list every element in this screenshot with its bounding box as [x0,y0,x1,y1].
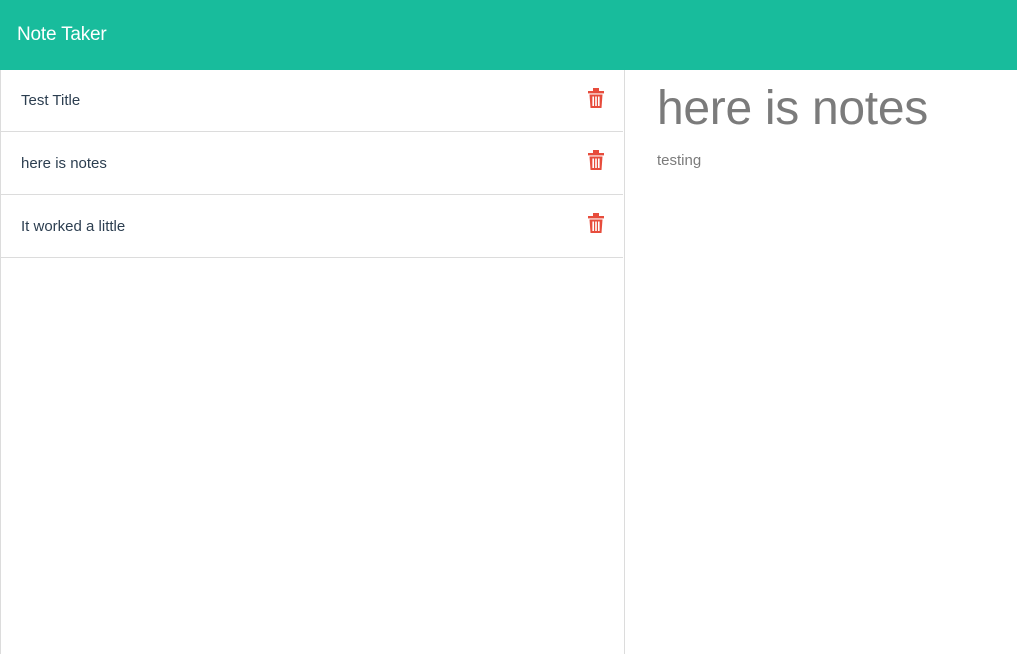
note-title-field[interactable]: here is notes [657,82,1017,136]
app-title[interactable]: Note Taker [17,24,107,46]
note-list: Test Title here is notes It worked a lit… [1,70,624,258]
navbar: Note Taker [0,0,1017,70]
note-detail-panel: here is notes testing [625,70,1017,654]
note-text-field[interactable]: testing [657,152,1017,169]
note-title: It worked a little [21,217,126,235]
list-item[interactable]: here is notes [1,132,623,195]
trash-icon[interactable] [588,213,604,233]
note-title: Test Title [21,92,81,109]
list-item[interactable]: Test Title [1,70,623,132]
note-title: here is notes [21,154,107,172]
list-item[interactable]: It worked a little [1,195,623,258]
note-list-panel: Test Title here is notes It worked a lit… [0,70,625,654]
trash-icon[interactable] [588,150,604,170]
trash-icon[interactable] [588,88,604,108]
